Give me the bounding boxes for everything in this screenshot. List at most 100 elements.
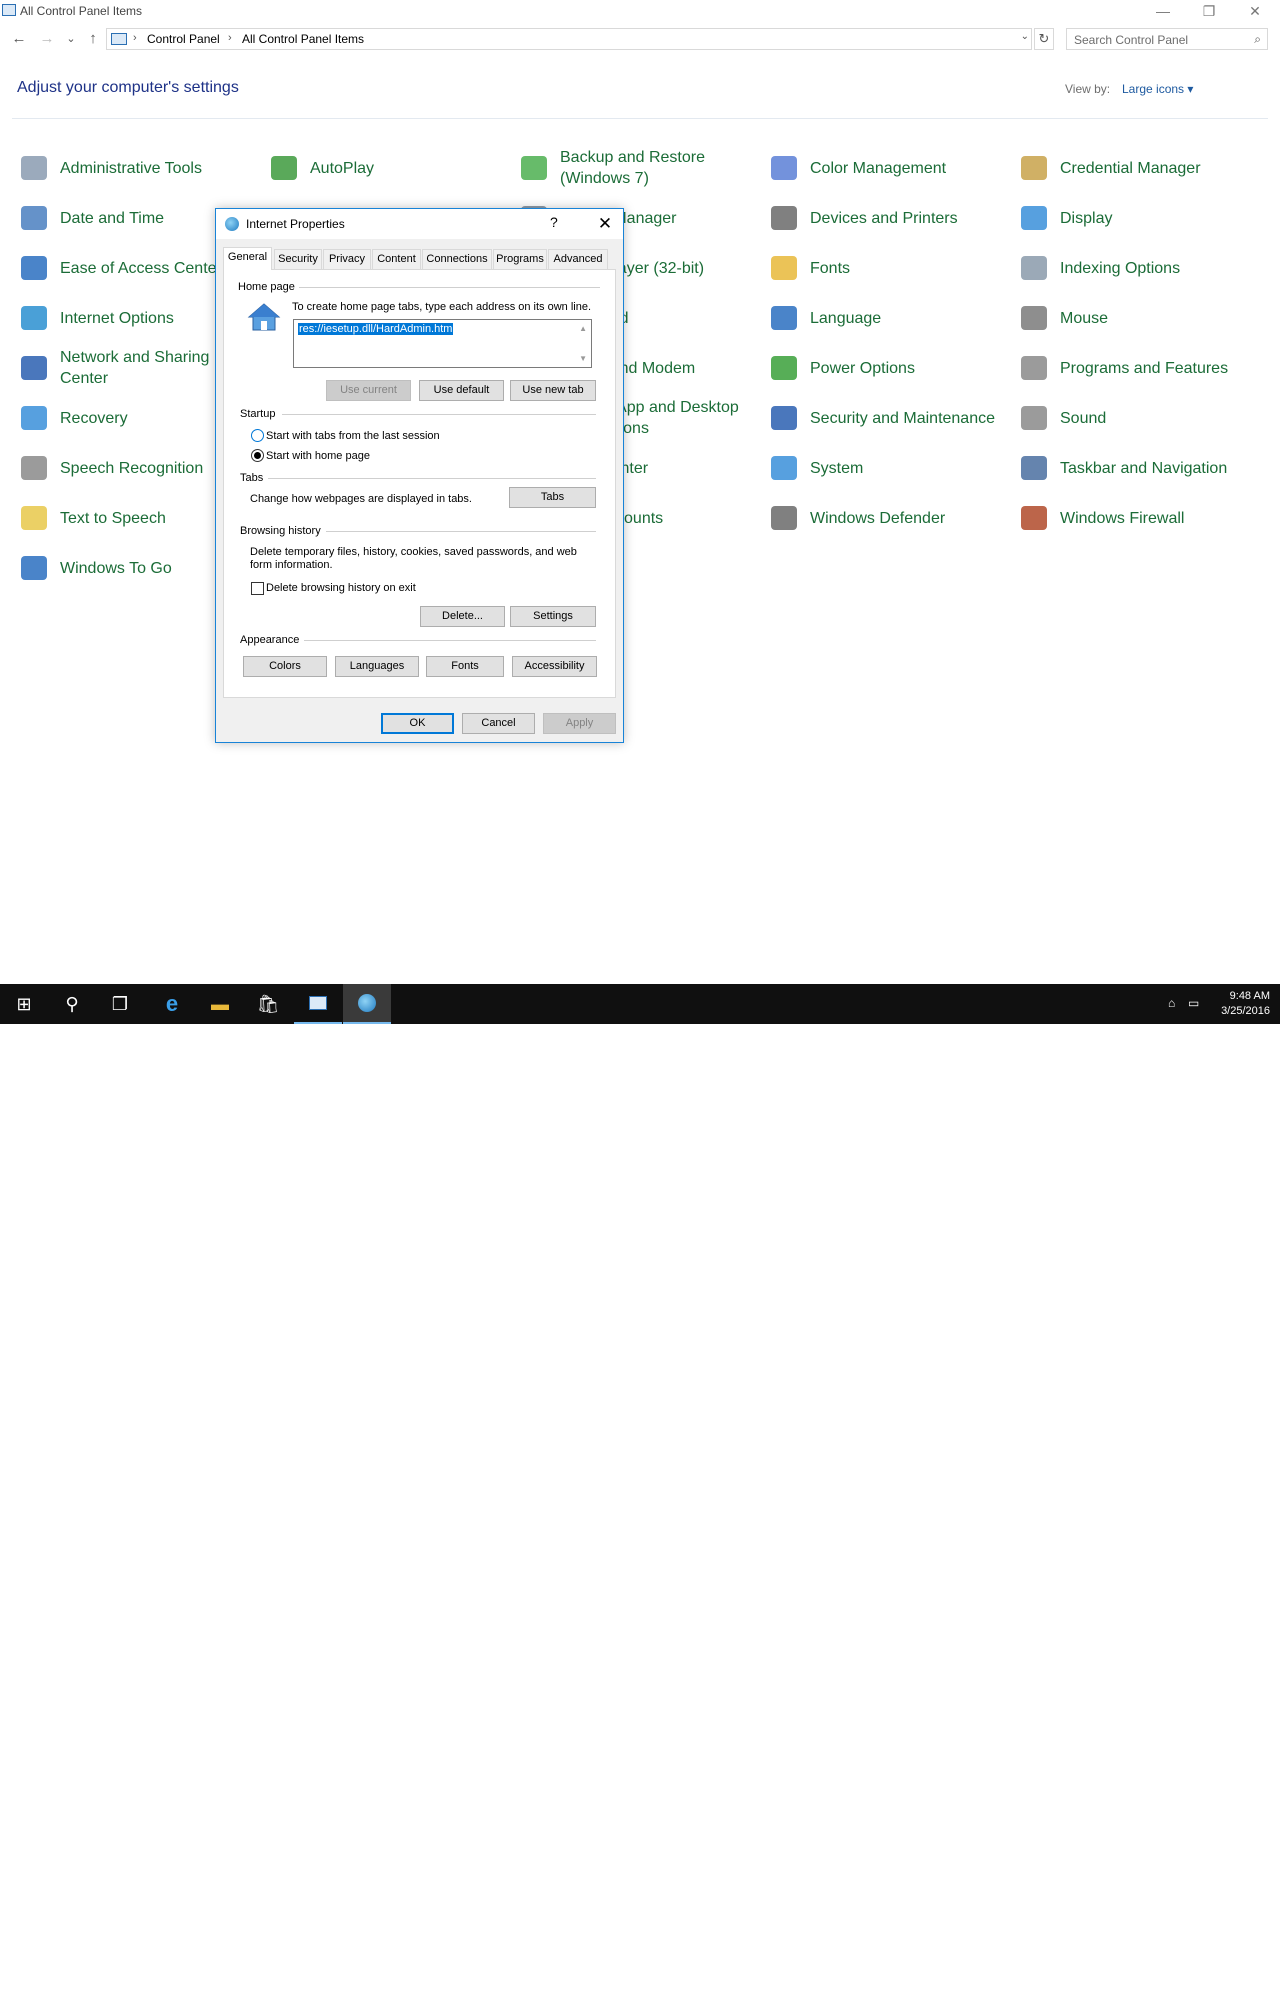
cp-item-label[interactable]: Backup and Restore (Windows 7) (560, 147, 705, 189)
ok-button[interactable]: OK (381, 713, 454, 734)
search-button[interactable]: ⚲ (48, 984, 96, 1024)
languages-button[interactable]: Languages (335, 656, 419, 677)
cp-item-ease-of-access[interactable]: Ease of Access Center (18, 245, 222, 291)
address-dropdown-icon[interactable]: ⌄ (1021, 31, 1029, 42)
cp-item-label[interactable]: Devices and Printers (810, 208, 958, 229)
cp-item-label[interactable]: Display (1060, 208, 1112, 229)
up-button[interactable]: ↑ (82, 28, 104, 50)
cancel-button[interactable]: Cancel (462, 713, 535, 734)
task-view-button[interactable]: ❐ (96, 984, 144, 1024)
cp-item-system[interactable]: System (768, 445, 863, 491)
cp-item-color-management[interactable]: Color Management (768, 145, 946, 191)
cp-item-label[interactable]: Credential Manager (1060, 158, 1201, 179)
tab-privacy[interactable]: Privacy (323, 249, 371, 269)
cp-item-windows-to-go[interactable]: Windows To Go (18, 545, 172, 591)
cp-item-language[interactable]: Language (768, 295, 881, 341)
search-input[interactable]: Search Control Panel ⌕ (1066, 28, 1268, 50)
cp-item-taskbar-navigation[interactable]: Taskbar and Navigation (1018, 445, 1227, 491)
network-icon[interactable]: ⌂ (1168, 996, 1175, 1010)
file-explorer-icon[interactable]: ▬ (196, 984, 244, 1024)
startup-home-page-label[interactable]: Start with home page (266, 450, 370, 462)
cp-item-label[interactable]: Power Options (810, 358, 915, 379)
close-button[interactable]: ✕ (1232, 0, 1278, 24)
cp-item-label[interactable]: Internet Options (60, 308, 174, 329)
startup-home-page-radio[interactable] (251, 449, 264, 462)
cp-item-label[interactable]: Indexing Options (1060, 258, 1180, 279)
system-clock[interactable]: 9:48 AM 3/25/2016 (1221, 989, 1270, 1019)
delete-button[interactable]: Delete... (420, 606, 505, 627)
cp-item-label[interactable]: Windows To Go (60, 558, 172, 579)
forward-button[interactable]: → (36, 28, 58, 50)
cp-item-label[interactable]: Language (810, 308, 881, 329)
use-new-tab-button[interactable]: Use new tab (510, 380, 596, 401)
cp-item-label[interactable]: Fonts (810, 258, 850, 279)
cp-item-mouse[interactable]: Mouse (1018, 295, 1108, 341)
cp-item-label[interactable]: Speech Recognition (60, 458, 203, 479)
notifications-icon[interactable]: ▭ (1188, 996, 1199, 1010)
refresh-button[interactable]: ↻ (1034, 28, 1054, 50)
back-button[interactable]: ← (8, 28, 30, 50)
restore-button[interactable]: ❐ (1186, 0, 1232, 24)
cp-item-power-options[interactable]: Power Options (768, 345, 915, 391)
cp-item-label[interactable]: Sound (1060, 408, 1106, 429)
cp-item-backup[interactable]: Backup and Restore (Windows 7) (518, 145, 705, 191)
cp-item-label[interactable]: Security and Maintenance (810, 408, 995, 429)
cp-item-date-time[interactable]: Date and Time (18, 195, 164, 241)
accessibility-button[interactable]: Accessibility (512, 656, 597, 677)
cp-item-windows-firewall[interactable]: Windows Firewall (1018, 495, 1184, 541)
tab-general[interactable]: General (223, 247, 272, 270)
startup-last-session-radio[interactable] (251, 429, 264, 442)
cp-item-admin-tools[interactable]: Administrative Tools (18, 145, 202, 191)
cp-item-text-to-speech[interactable]: Text to Speech (18, 495, 166, 541)
cp-item-label[interactable]: Programs and Features (1060, 358, 1228, 379)
minimize-button[interactable]: — (1140, 0, 1186, 24)
apply-button[interactable]: Apply (543, 713, 616, 734)
use-current-button[interactable]: Use current (326, 380, 411, 401)
cp-item-autoplay[interactable]: AutoPlay (268, 145, 374, 191)
breadcrumb-all-items[interactable]: All Control Panel Items (242, 32, 364, 46)
cp-item-fonts[interactable]: Fonts (768, 245, 850, 291)
startup-last-session-label[interactable]: Start with tabs from the last session (266, 430, 440, 442)
cp-item-indexing[interactable]: Indexing Options (1018, 245, 1180, 291)
scroll-up-icon[interactable]: ▲ (579, 324, 587, 333)
cp-item-windows-defender[interactable]: Windows Defender (768, 495, 945, 541)
store-icon[interactable]: 🛍 (244, 984, 292, 1024)
cp-item-label[interactable]: Date and Time (60, 208, 164, 229)
help-button[interactable]: ? (550, 214, 558, 230)
delete-history-on-exit-checkbox[interactable] (251, 582, 264, 595)
search-icon[interactable]: ⌕ (1254, 32, 1261, 47)
cp-item-network-sharing[interactable]: Network and Sharing Center (18, 345, 209, 391)
home-page-field[interactable]: res://iesetup.dll/HardAdmin.htm ▲ ▼ (293, 319, 592, 368)
tab-connections[interactable]: Connections (422, 249, 492, 269)
tab-programs[interactable]: Programs (493, 249, 547, 269)
breadcrumb-control-panel[interactable]: Control Panel (147, 32, 220, 46)
cp-item-credential-manager[interactable]: Credential Manager (1018, 145, 1201, 191)
dialog-close-button[interactable]: ✕ (590, 211, 620, 237)
cp-item-label[interactable]: Windows Firewall (1060, 508, 1184, 529)
tab-security[interactable]: Security (274, 249, 322, 269)
cp-item-security-maintenance[interactable]: Security and Maintenance (768, 395, 995, 441)
cp-item-internet-options[interactable]: Internet Options (18, 295, 174, 341)
cp-item-label[interactable]: Taskbar and Navigation (1060, 458, 1227, 479)
cp-item-label[interactable]: Text to Speech (60, 508, 166, 529)
tab-content[interactable]: Content (372, 249, 421, 269)
history-settings-button[interactable]: Settings (510, 606, 596, 627)
start-button[interactable]: ⊞ (0, 984, 48, 1024)
cp-item-speech-recognition[interactable]: Speech Recognition (18, 445, 203, 491)
breadcrumb-separator[interactable]: › (133, 32, 137, 44)
use-default-button[interactable]: Use default (419, 380, 504, 401)
view-by-dropdown[interactable]: Large icons ▾ (1122, 82, 1193, 96)
fonts-button[interactable]: Fonts (426, 656, 504, 677)
cp-item-label[interactable]: Mouse (1060, 308, 1108, 329)
cp-item-label[interactable]: Administrative Tools (60, 158, 202, 179)
delete-history-on-exit-label[interactable]: Delete browsing history on exit (266, 582, 416, 594)
cp-item-label[interactable]: System (810, 458, 863, 479)
cp-item-label[interactable]: Ease of Access Center (60, 258, 222, 279)
cp-item-devices-printers[interactable]: Devices and Printers (768, 195, 958, 241)
edge-icon[interactable]: e (148, 984, 196, 1024)
cp-item-display[interactable]: Display (1018, 195, 1112, 241)
cp-item-label[interactable]: Network and Sharing Center (60, 347, 209, 389)
control-panel-taskbar-icon[interactable] (294, 984, 342, 1024)
recent-locations-button[interactable]: ⌄ (60, 28, 82, 50)
tabs-settings-button[interactable]: Tabs (509, 487, 596, 508)
